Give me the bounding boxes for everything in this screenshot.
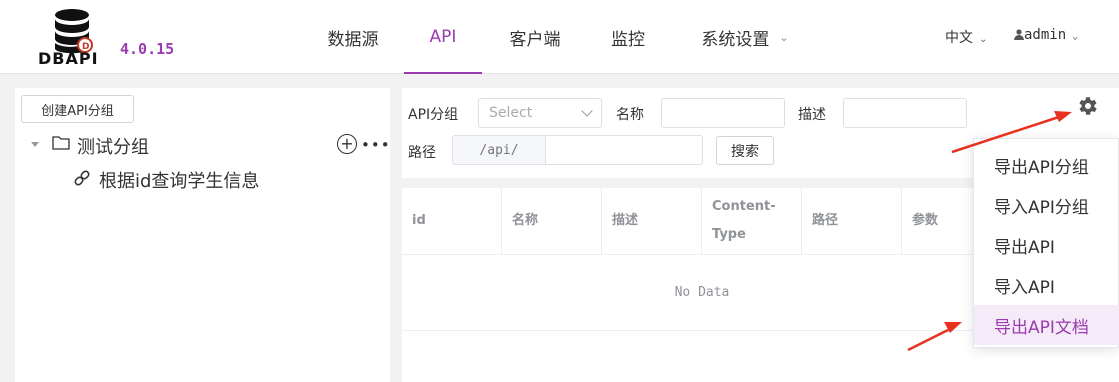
- path-label: 路径: [408, 145, 436, 161]
- path-input[interactable]: [545, 135, 703, 165]
- menu-item-import-api-group[interactable]: 导入API分组: [974, 185, 1119, 225]
- gear-icon[interactable]: [1075, 94, 1099, 118]
- create-api-group-button[interactable]: 创建API分组: [21, 95, 134, 123]
- description-input[interactable]: [843, 98, 967, 128]
- tree-group-node[interactable]: 测试分组: [77, 133, 149, 159]
- api-group-label: API分组: [408, 107, 459, 123]
- empty-table-text: No Data: [402, 255, 1002, 331]
- chevron-down-icon: ⌄: [779, 30, 789, 44]
- nav-datasource[interactable]: 数据源: [318, 0, 388, 74]
- menu-item-export-api-docs[interactable]: 导出API文档: [974, 305, 1119, 345]
- chevron-down-icon: ⌄: [1072, 31, 1079, 42]
- tree-api-item[interactable]: 根据id查询学生信息: [99, 167, 259, 193]
- add-api-icon[interactable]: +: [337, 134, 357, 154]
- name-label: 名称: [616, 107, 644, 123]
- nav-system-settings[interactable]: 系统设置 ⌄: [690, 0, 800, 74]
- menu-item-export-api[interactable]: 导出API: [974, 225, 1119, 265]
- caret-down-icon[interactable]: [31, 142, 39, 147]
- folder-icon: [52, 136, 70, 150]
- menu-item-export-api-group[interactable]: 导出API分组: [974, 145, 1119, 185]
- nav-client[interactable]: 客户端: [500, 0, 570, 74]
- settings-dropdown-menu: 导出API分组 导入API分组 导出API 导入API 导出API文档: [973, 138, 1119, 348]
- name-input[interactable]: [661, 98, 785, 128]
- top-header: D DBAPI 4.0.15 数据源 API 客户端 监控 系统设置 ⌄ 中文 ⌄…: [0, 0, 1119, 74]
- version-label: 4.0.15: [120, 40, 175, 58]
- api-group-select[interactable]: Select: [478, 98, 602, 128]
- api-group-tree-panel: 创建API分组 测试分组 + ••• 根据id查询学生信息: [15, 88, 390, 382]
- column-header-description: 描述: [602, 188, 702, 255]
- column-header-content-type: Content-Type: [702, 188, 802, 255]
- description-label: 描述: [798, 107, 826, 123]
- menu-item-import-api[interactable]: 导入API: [974, 265, 1119, 305]
- nav-api[interactable]: API: [404, 0, 482, 74]
- column-header-id: id: [402, 188, 502, 255]
- user-icon: [1014, 29, 1024, 40]
- column-header-name: 名称: [502, 188, 602, 255]
- more-options-icon[interactable]: •••: [361, 136, 391, 154]
- chevron-down-icon: ⌄: [979, 34, 988, 45]
- link-icon: [74, 170, 90, 186]
- logo-text: DBAPI: [38, 49, 99, 68]
- column-header-path: 路径: [802, 188, 902, 255]
- chevron-down-icon: [581, 105, 593, 117]
- search-button[interactable]: 搜索: [716, 136, 774, 165]
- user-menu[interactable]: admin ⌄: [1014, 27, 1078, 43]
- language-selector[interactable]: 中文 ⌄: [945, 27, 987, 47]
- nav-monitor[interactable]: 监控: [598, 0, 658, 74]
- path-prefix: /api/: [452, 135, 546, 165]
